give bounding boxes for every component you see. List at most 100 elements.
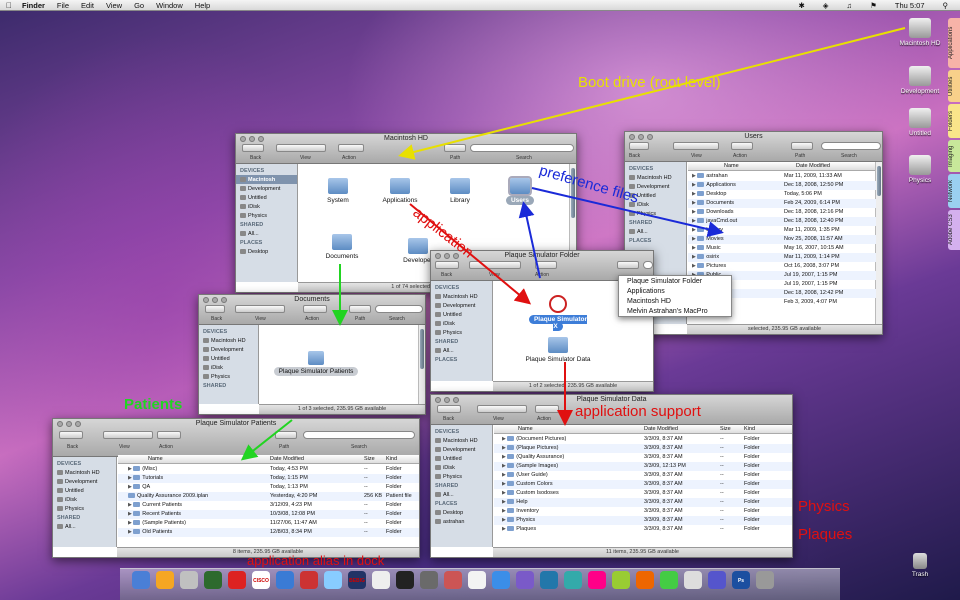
menu-go[interactable]: Go (128, 1, 150, 10)
folder-users[interactable]: Users (502, 176, 538, 205)
dock-app-icon[interactable] (660, 571, 678, 589)
column-name[interactable]: Name (148, 456, 163, 462)
sidebar-item[interactable]: Development (431, 445, 492, 454)
search-field[interactable] (643, 261, 653, 269)
stack-imaging[interactable]: Imaging (948, 140, 960, 172)
dock-app-icon[interactable] (684, 571, 702, 589)
column-name[interactable]: Name (724, 163, 739, 169)
sidebar-item[interactable]: Macintosh (236, 175, 297, 184)
back-forward-buttons[interactable] (205, 305, 225, 313)
path-button[interactable] (791, 142, 813, 150)
view-buttons[interactable] (235, 305, 285, 313)
dock-app-icon[interactable] (156, 571, 174, 589)
app-plaque-simulator-x[interactable]: Plaque Simulator X (525, 295, 591, 331)
path-button[interactable] (275, 431, 297, 439)
sidebar-item[interactable]: Macintosh HD (625, 173, 686, 182)
view-buttons[interactable] (276, 144, 326, 152)
dock-app-icon[interactable] (276, 571, 294, 589)
sidebar-item[interactable]: Physics (199, 372, 258, 381)
action-button[interactable] (303, 305, 327, 313)
list-row[interactable]: ▶ javaCmd.out Dec 18, 2008, 12:40 PM (688, 217, 876, 226)
scrollbar[interactable] (418, 325, 425, 404)
sidebar-item[interactable]: Development (53, 477, 116, 486)
stack-applications[interactable]: Applications (948, 18, 960, 68)
sidebar-item[interactable]: Desktop (431, 508, 492, 517)
list-row[interactable]: ▶ Physics 3/3/09, 8:37 AM -- Folder (494, 516, 792, 525)
menu-finder[interactable]: Finder (16, 1, 51, 10)
path-button[interactable] (349, 305, 371, 313)
view-buttons[interactable] (103, 431, 153, 439)
back-forward-buttons[interactable] (629, 142, 649, 150)
sidebar-item[interactable]: All... (431, 346, 492, 355)
list-row[interactable]: ▶ (Plaque Pictures) 3/3/09, 8:37 AM -- Fold… (494, 444, 792, 453)
apple-menu-icon[interactable]:  (0, 1, 16, 10)
list-row[interactable]: ▶ (Quality Assurance) 3/3/09, 8:37 AM -- Fo… (494, 453, 792, 462)
desktop-item-macintosh-hd[interactable]: Macintosh HD (890, 18, 950, 47)
folder-library[interactable]: Library (440, 178, 480, 204)
dock-app-icon[interactable] (756, 571, 774, 589)
menubar-clock[interactable]: Thu 5:07 (889, 1, 931, 10)
dock-app-icon[interactable] (564, 571, 582, 589)
action-button[interactable] (535, 405, 559, 413)
column-size[interactable]: Size (364, 456, 375, 462)
list-row[interactable]: ▶ Inventory 3/3/09, 8:37 AM -- Folder (494, 507, 792, 516)
list-row[interactable]: ▶ Tutorials Today, 1:15 PM -- Folder (118, 474, 419, 483)
sidebar-item[interactable]: iDisk (431, 319, 492, 328)
sidebar-item[interactable]: Physics (431, 472, 492, 481)
path-button[interactable] (617, 261, 639, 269)
list-row[interactable]: ▶ QA Today, 1:13 PM -- Folder (118, 483, 419, 492)
search-field[interactable] (821, 142, 881, 150)
search-field[interactable] (303, 431, 415, 439)
list-row[interactable]: ▶ Documents Feb 24, 2009, 6:14 PM (688, 199, 876, 208)
action-button[interactable] (338, 144, 364, 152)
dock-app-icon[interactable] (324, 571, 342, 589)
stack-adobe-cs3[interactable]: Adobe CS3 (948, 210, 960, 250)
list-row[interactable]: ▶ Old Patients 12/8/03, 8:34 PM -- Folder (118, 528, 419, 537)
desktop-item-physics[interactable]: Physics (890, 155, 950, 184)
sidebar-item[interactable]: astrahan (431, 517, 492, 526)
dock-app-icon[interactable] (396, 571, 414, 589)
sidebar-item[interactable]: Untitled (53, 486, 116, 495)
sidebar-item[interactable]: iDisk (53, 495, 116, 504)
dock-app-icon[interactable] (492, 571, 510, 589)
back-forward-buttons[interactable] (59, 431, 83, 439)
list-row[interactable]: ▶ Plaques 3/3/09, 8:37 AM -- Folder (494, 525, 792, 534)
column-date[interactable]: Date Modified (796, 163, 830, 169)
action-button[interactable] (535, 261, 557, 269)
menu-file[interactable]: File (51, 1, 75, 10)
sidebar-item[interactable]: All... (625, 227, 686, 236)
path-menu-item[interactable]: Macintosh HD (619, 296, 731, 306)
dock-app-icon[interactable] (132, 571, 150, 589)
sidebar-item[interactable]: Untitled (431, 454, 492, 463)
list-row[interactable]: Quality Assurance 2009.iplan Yesterday, 4… (118, 492, 419, 501)
list-row[interactable]: ▶ (Misc) Today, 4:53 PM -- Folder (118, 465, 419, 474)
stack-folders[interactable]: Folders (948, 104, 960, 138)
search-field[interactable] (375, 305, 423, 313)
dock-app-icon[interactable] (372, 571, 390, 589)
view-buttons[interactable] (673, 142, 719, 150)
list-row[interactable]: ▶ Library Mar 11, 2009, 1:35 PM (688, 226, 876, 235)
view-buttons[interactable] (477, 405, 527, 413)
list-row[interactable]: ▶ Help 3/3/09, 8:37 AM -- Folder (494, 498, 792, 507)
column-name[interactable]: Name (518, 426, 533, 432)
volume-icon[interactable]: ♫ (841, 1, 859, 10)
sidebar-item[interactable]: Untitled (431, 310, 492, 319)
back-forward-buttons[interactable] (437, 405, 461, 413)
dock-app-icon[interactable] (444, 571, 462, 589)
sidebar-item[interactable]: iDisk (199, 363, 258, 372)
bluetooth-icon[interactable]: ✱ (792, 1, 810, 10)
sidebar-item[interactable]: Development (199, 345, 258, 354)
back-forward-buttons[interactable] (435, 261, 459, 269)
dock-app-icon[interactable] (540, 571, 558, 589)
column-kind[interactable]: Kind (386, 456, 397, 462)
sidebar-item[interactable]: Physics (431, 328, 492, 337)
sidebar-item[interactable]: Macintosh HD (431, 292, 492, 301)
path-menu-item[interactable]: Melvin Astrahan's MacPro (619, 306, 731, 316)
action-button[interactable] (157, 431, 181, 439)
column-size[interactable]: Size (720, 426, 731, 432)
sidebar-item[interactable]: All... (53, 522, 116, 531)
list-row[interactable]: ▶ Custom Isodoses 3/3/09, 8:37 AM -- Folder (494, 489, 792, 498)
menu-help[interactable]: Help (189, 1, 216, 10)
trash[interactable]: Trash (890, 553, 950, 578)
list-row[interactable]: ▶ Desktop Today, 5:06 PM (688, 190, 876, 199)
